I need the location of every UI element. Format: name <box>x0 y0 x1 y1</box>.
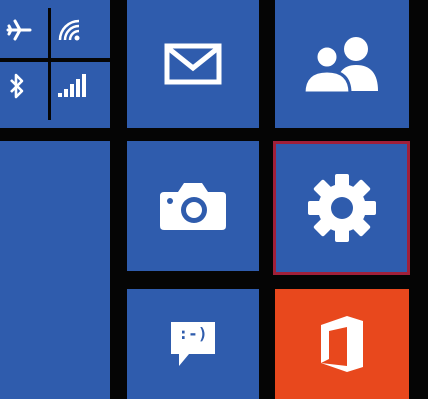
people-tile[interactable] <box>275 0 409 128</box>
camera-tile[interactable] <box>127 141 259 271</box>
bluetooth-icon <box>2 70 32 102</box>
wifi-icon <box>54 14 84 46</box>
status-tile[interactable] <box>0 0 110 128</box>
messaging-tile[interactable]: :-) <box>127 289 259 399</box>
mail-icon <box>164 43 222 85</box>
airplane-icon <box>4 14 34 46</box>
office-icon <box>319 315 365 373</box>
message-bubble-icon: :-) <box>169 320 217 368</box>
camera-icon <box>158 180 228 232</box>
app-tile-large[interactable] <box>0 141 110 399</box>
mail-tile[interactable] <box>127 0 259 128</box>
signal-bars-icon <box>56 70 86 102</box>
start-screen: :-) <box>0 0 428 399</box>
office-tile[interactable] <box>275 289 409 399</box>
status-divider-v <box>48 8 51 120</box>
settings-tile[interactable] <box>273 141 410 275</box>
gear-icon <box>305 171 379 245</box>
emoticon-text: :-) <box>178 324 208 343</box>
people-icon <box>300 35 384 93</box>
status-divider-h <box>0 58 110 62</box>
